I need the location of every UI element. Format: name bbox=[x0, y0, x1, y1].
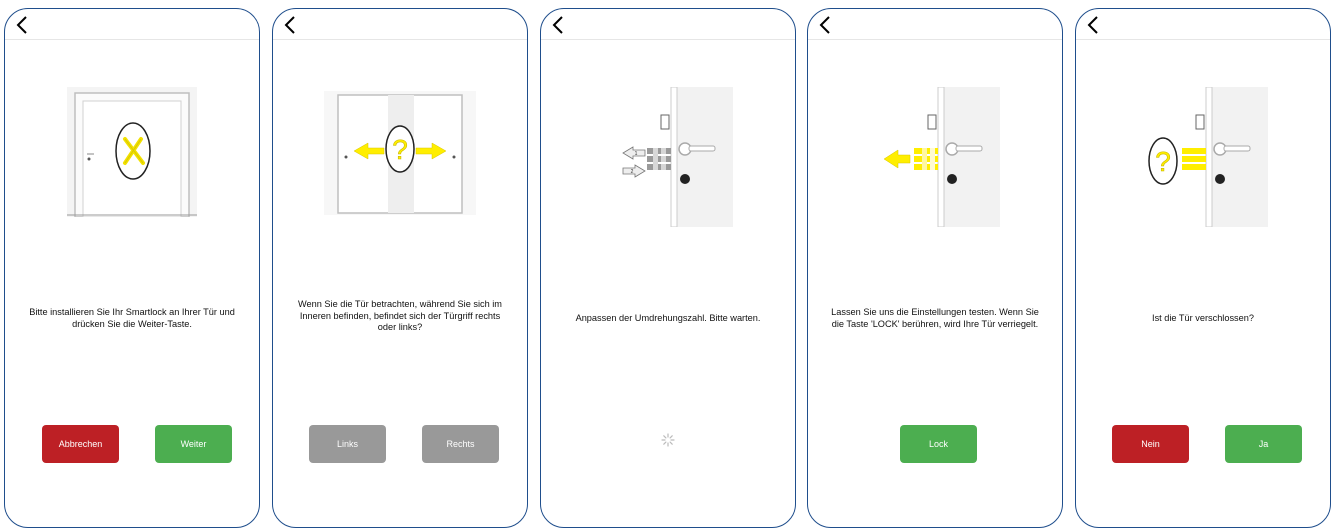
no-button[interactable]: Nein bbox=[1112, 425, 1189, 463]
back-arrow-icon[interactable] bbox=[11, 13, 35, 37]
back-arrow-icon[interactable] bbox=[814, 13, 838, 37]
left-button[interactable]: Links bbox=[309, 425, 386, 463]
status-text: Anpassen der Umdrehungszahl. Bitte warte… bbox=[575, 313, 761, 323]
right-button[interactable]: Rechts bbox=[422, 425, 499, 463]
loading-spinner-icon bbox=[661, 433, 675, 447]
header-divider bbox=[541, 39, 795, 40]
back-arrow-icon[interactable] bbox=[1082, 13, 1106, 37]
header-divider bbox=[273, 39, 527, 40]
door-tools-illustration bbox=[67, 87, 197, 217]
screen-calibrating: 1 2 Anpassen der Umdrehungszahl. Bitte w… bbox=[540, 8, 796, 528]
yes-button[interactable]: Ja bbox=[1225, 425, 1302, 463]
header-divider bbox=[1076, 39, 1330, 40]
svg-text:?: ? bbox=[392, 134, 408, 165]
question-text: Wenn Sie die Tür betrachten, während Sie… bbox=[298, 299, 502, 332]
screen-install: Bitte installieren Sie Ihr Smartlock an … bbox=[4, 8, 260, 528]
screen-lock-test: Lassen Sie uns die Einstellungen testen.… bbox=[807, 8, 1063, 528]
lock-rotation-illustration: 1 2 bbox=[622, 87, 733, 227]
header-divider bbox=[808, 39, 1062, 40]
instruction-text: Lassen Sie uns die Einstellungen testen.… bbox=[831, 307, 1039, 329]
question-text: Ist die Tür verschlossen? bbox=[1152, 313, 1254, 323]
header-divider bbox=[5, 39, 259, 40]
next-button[interactable]: Weiter bbox=[155, 425, 232, 463]
screen-lock-confirm: ? Ist die Tür verschlossen? Nein Ja bbox=[1075, 8, 1331, 528]
lock-test-illustration bbox=[883, 87, 1000, 227]
back-arrow-icon[interactable] bbox=[279, 13, 303, 37]
svg-text:2: 2 bbox=[631, 169, 634, 175]
svg-text:?: ? bbox=[1155, 146, 1171, 177]
svg-text:1: 1 bbox=[635, 151, 638, 157]
lock-question-illustration: ? bbox=[1148, 87, 1268, 227]
door-left-right-illustration: ? bbox=[324, 91, 476, 215]
lock-button[interactable]: Lock bbox=[900, 425, 977, 463]
cancel-button[interactable]: Abbrechen bbox=[42, 425, 119, 463]
instruction-text: Bitte installieren Sie Ihr Smartlock an … bbox=[29, 307, 235, 329]
screen-handle-side: ? Wenn Sie die Tür betrachten, während S… bbox=[272, 8, 528, 528]
back-arrow-icon[interactable] bbox=[547, 13, 571, 37]
